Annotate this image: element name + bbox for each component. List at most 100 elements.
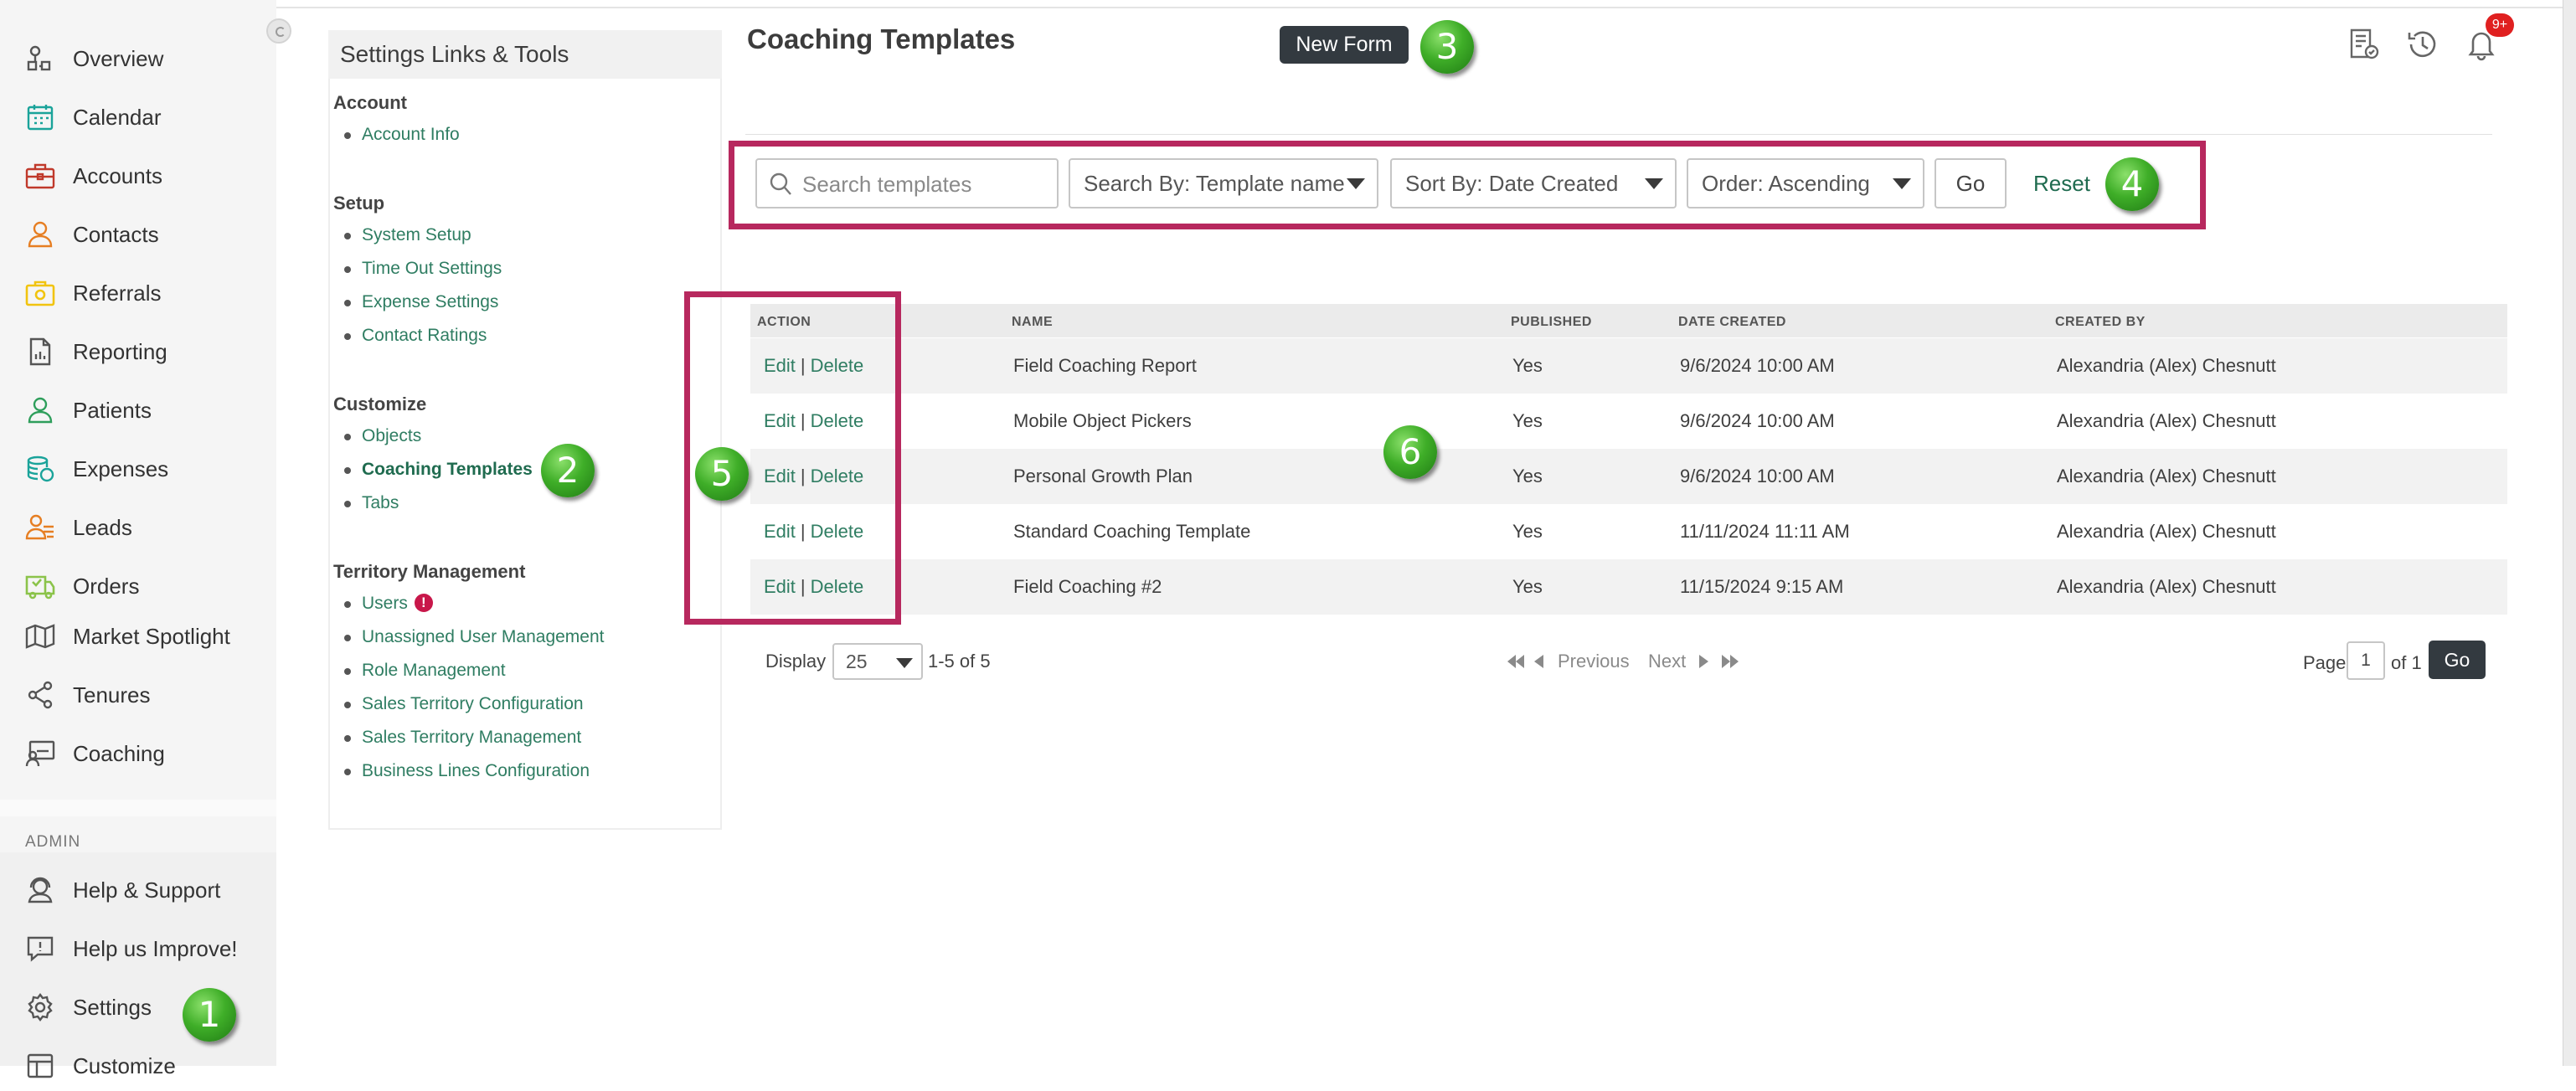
section-title-setup: Setup — [333, 193, 385, 214]
search-icon — [769, 172, 792, 201]
nav-divider — [0, 800, 276, 816]
cell-published: Yes — [1512, 521, 1543, 542]
nav-item-reporting[interactable]: Reporting — [0, 327, 276, 377]
cell-created-by: Alexandria (Alex) Chesnutt — [2057, 466, 2276, 486]
nav-label: Market Spotlight — [73, 623, 230, 649]
section-title-account: Account — [333, 92, 407, 113]
link-unassigned-user-management[interactable]: Unassigned User Management — [362, 627, 605, 647]
nav-item-patients[interactable]: Patients — [0, 385, 276, 435]
patients-icon — [23, 394, 57, 427]
nav-item-tenures[interactable]: Tenures — [0, 670, 276, 720]
link-expense-settings[interactable]: Expense Settings — [362, 292, 498, 312]
cell-created-by: Alexandria (Alex) Chesnutt — [2057, 576, 2276, 597]
filter-go-button[interactable]: Go — [1935, 158, 2007, 208]
cell-date-created: 9/6/2024 10:00 AM — [1680, 410, 1835, 431]
section-title-territory-management: Territory Management — [333, 561, 526, 582]
link-objects[interactable]: Objects — [362, 426, 421, 446]
first-page-icon[interactable] — [1506, 652, 1526, 675]
notification-badge: 9+ — [2486, 13, 2514, 37]
next-page-button[interactable]: Next — [1648, 651, 1686, 672]
nav-label: Patients — [73, 397, 152, 423]
step-marker-4: 4 — [2105, 157, 2159, 211]
task-list-icon[interactable] — [2345, 25, 2383, 64]
order-select[interactable]: Order: Ascending — [1687, 158, 1924, 208]
nav-label: Orders — [73, 573, 140, 599]
column-header-published[interactable]: PUBLISHED — [1511, 315, 1592, 330]
history-icon[interactable] — [2403, 25, 2442, 64]
link-time-out-settings[interactable]: Time Out Settings — [362, 259, 502, 279]
nav-item-expenses[interactable]: Expenses — [0, 444, 276, 494]
admin-section-label: ADMIN — [25, 833, 81, 851]
step-marker-3: 3 — [1420, 20, 1474, 74]
last-page-icon[interactable] — [1720, 652, 1740, 675]
bullet — [344, 735, 351, 742]
link-users[interactable]: Users! — [362, 594, 433, 614]
cell-date-created: 9/6/2024 10:00 AM — [1680, 466, 1835, 486]
gear-icon — [23, 991, 57, 1024]
link-system-setup[interactable]: System Setup — [362, 225, 471, 245]
search-input[interactable] — [801, 168, 1047, 200]
cell-date-created: 9/6/2024 10:00 AM — [1680, 355, 1835, 376]
nav-item-leads[interactable]: Leads — [0, 502, 276, 553]
nav-item-customize[interactable]: Customize — [0, 1041, 276, 1091]
nav-item-referrals[interactable]: Referrals — [0, 268, 276, 318]
link-sales-territory-configuration[interactable]: Sales Territory Configuration — [362, 694, 584, 714]
cell-date-created: 11/15/2024 9:15 AM — [1680, 576, 1844, 597]
link-tabs[interactable]: Tabs — [362, 493, 399, 513]
nav-label: Help us Improve! — [73, 935, 238, 961]
bullet — [344, 668, 351, 675]
nav-label: Reporting — [73, 338, 167, 364]
page-size-value: 25 — [846, 651, 868, 672]
section-title-customize: Customize — [333, 394, 427, 414]
link-sales-territory-management[interactable]: Sales Territory Management — [362, 728, 581, 748]
main-sidebar: Overview Calendar Accounts Contacts Refe… — [0, 0, 291, 1078]
new-form-button[interactable]: New Form — [1280, 26, 1409, 64]
page-size-select[interactable]: 25 — [832, 643, 923, 680]
page-title: Coaching Templates — [747, 23, 1016, 54]
orders-icon — [23, 569, 57, 603]
page-go-button[interactable]: Go — [2429, 641, 2486, 679]
nav-item-market-spotlight[interactable]: Market Spotlight — [0, 611, 276, 661]
leads-icon — [23, 511, 57, 544]
page-number-input[interactable] — [2347, 641, 2385, 680]
cell-published: Yes — [1512, 410, 1543, 431]
column-header-name[interactable]: NAME — [1012, 315, 1053, 330]
cell-name: Mobile Object Pickers — [1013, 410, 1192, 431]
cell-name: Standard Coaching Template — [1013, 521, 1251, 542]
nav-item-contacts[interactable]: Contacts — [0, 209, 276, 260]
window-scrollbar[interactable] — [2563, 0, 2576, 1066]
previous-page-button[interactable]: Previous — [1558, 651, 1630, 672]
nav-item-coaching[interactable]: Coaching — [0, 728, 276, 779]
link-coaching-templates[interactable]: Coaching Templates — [362, 460, 533, 480]
nav-item-overview[interactable]: Overview — [0, 33, 276, 84]
step-marker-2: 2 — [541, 444, 595, 497]
nav-item-orders[interactable]: Orders — [0, 561, 276, 611]
nav-item-help-support[interactable]: Help & Support — [0, 865, 276, 915]
reset-link[interactable]: Reset — [2033, 171, 2090, 197]
bullet — [344, 233, 351, 239]
cell-date-created: 11/11/2024 11:11 AM — [1680, 521, 1850, 542]
nav-item-calendar[interactable]: Calendar — [0, 92, 276, 142]
link-business-lines-configuration[interactable]: Business Lines Configuration — [362, 761, 590, 781]
bullet — [344, 467, 351, 474]
previous-page-icon[interactable] — [1533, 652, 1544, 675]
nav-item-help-improve[interactable]: Help us Improve! — [0, 924, 276, 974]
link-role-management[interactable]: Role Management — [362, 661, 506, 681]
bullet — [344, 501, 351, 507]
sort-by-select[interactable]: Sort By: Date Created — [1390, 158, 1677, 208]
nav-item-accounts[interactable]: Accounts — [0, 151, 276, 201]
link-contact-ratings[interactable]: Contact Ratings — [362, 326, 487, 346]
customize-icon — [23, 1049, 57, 1083]
nav-label: Settings — [73, 994, 152, 1020]
column-header-date-created[interactable]: DATE CREATED — [1678, 315, 1786, 330]
search-box[interactable] — [755, 158, 1059, 208]
next-page-icon[interactable] — [1698, 652, 1710, 675]
alert-icon: ! — [414, 594, 433, 612]
column-header-created-by[interactable]: CREATED BY — [2055, 315, 2146, 330]
link-account-info[interactable]: Account Info — [362, 125, 460, 145]
nav-label: Referrals — [73, 280, 162, 306]
record-range: 1-5 of 5 — [928, 651, 991, 672]
bullet — [344, 132, 351, 139]
bullet — [344, 333, 351, 340]
search-by-select[interactable]: Search By: Template name — [1069, 158, 1378, 208]
